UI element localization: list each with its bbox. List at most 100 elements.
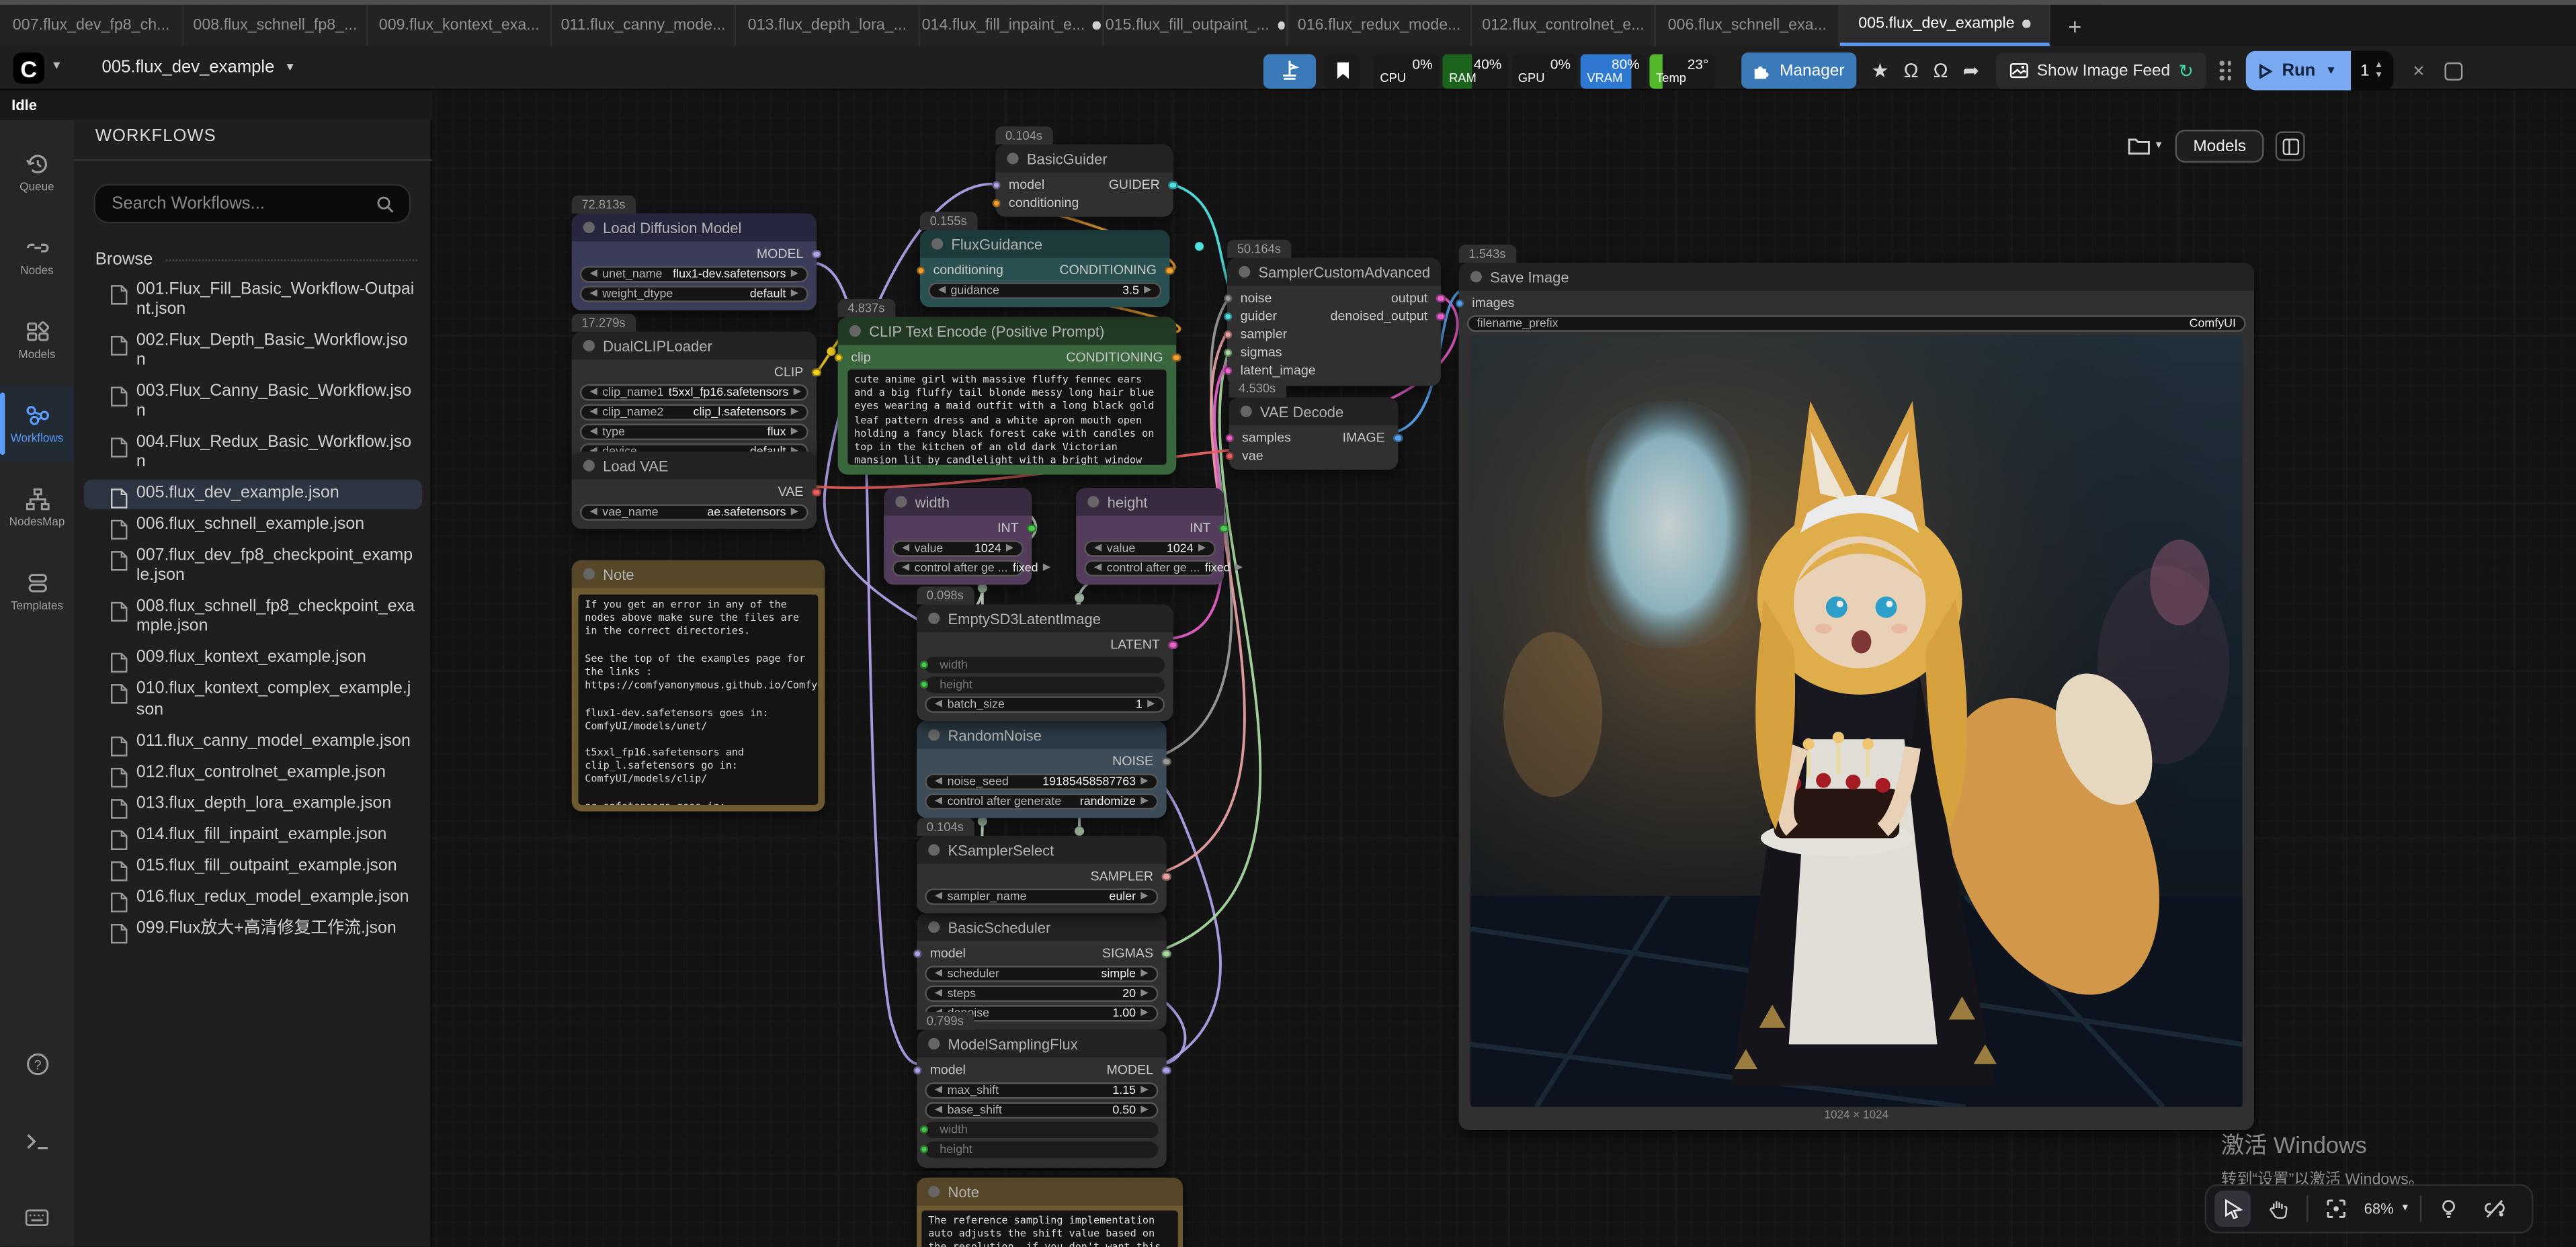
- converted-input-height[interactable]: height: [925, 676, 1165, 693]
- workflow-list-item[interactable]: 006.flux_schnell_example.json: [84, 511, 423, 541]
- clip-output-port[interactable]: [812, 368, 821, 376]
- collapse-dot[interactable]: [928, 1038, 940, 1049]
- workflow-folder-button[interactable]: ▼: [2128, 136, 2164, 156]
- collapse-dot[interactable]: [928, 844, 940, 855]
- collapse-dot[interactable]: [928, 729, 940, 740]
- manager-button[interactable]: Manager: [1741, 52, 1856, 89]
- prompt-textarea[interactable]: cute anime girl with massive fluffy fenn…: [847, 370, 1166, 465]
- collapse-dot[interactable]: [583, 460, 595, 471]
- workflow-list-item[interactable]: 013.flux_depth_lora_example.json: [84, 789, 423, 819]
- widget-steps[interactable]: ◀steps20▶: [925, 984, 1158, 1002]
- tab-014[interactable]: 014.flux_fill_inpaint_e...: [920, 5, 1104, 46]
- workflow-list-item[interactable]: 016.flux_redux_model_example.json: [84, 883, 423, 912]
- node-sampler-custom-advanced[interactable]: 50.164s SamplerCustomAdvanced noiseoutpu…: [1227, 258, 1441, 386]
- guider-output-port[interactable]: [1168, 180, 1177, 189]
- converted-input-width[interactable]: width: [925, 1121, 1158, 1138]
- model-output-port[interactable]: [812, 249, 821, 258]
- chevron-down-icon[interactable]: ▼: [2325, 65, 2337, 77]
- tab-005-active[interactable]: 005.flux_dev_example: [1840, 5, 2050, 46]
- node-clip-text-encode[interactable]: 4.837s CLIP Text Encode (Positive Prompt…: [838, 317, 1177, 475]
- conditioning-input-port[interactable]: [916, 265, 925, 274]
- node-random-noise[interactable]: RandomNoise NOISE ◀noise_seed19185458587…: [917, 721, 1167, 817]
- cancel-run-button[interactable]: ×: [2413, 59, 2424, 82]
- workflow-list-item[interactable]: 011.flux_canny_model_example.json: [84, 727, 423, 757]
- tab-006[interactable]: 006.flux_schnell_exa...: [1656, 5, 1840, 46]
- widget-sampler-name[interactable]: ◀sampler_nameeuler▶: [925, 888, 1158, 905]
- widget-value[interactable]: ◀value1024▶: [892, 540, 1024, 557]
- collapse-dot[interactable]: [1241, 406, 1252, 417]
- tab-008[interactable]: 008.flux_schnell_fp8_...: [184, 5, 368, 46]
- node-load-diffusion-model[interactable]: 72.813s Load Diffusion Model MODEL ◀unet…: [572, 214, 817, 310]
- guider-input-port[interactable]: [1223, 312, 1232, 320]
- arrow-left-icon[interactable]: ◀: [590, 288, 597, 299]
- latent-output-port[interactable]: [1168, 640, 1177, 649]
- node-load-vae[interactable]: Load VAE VAE ◀vae_nameae.safetensors▶: [572, 452, 817, 528]
- sampler-output-port[interactable]: [1161, 871, 1170, 880]
- widget-control-after-generate[interactable]: ◀control after ge ...fixed▶: [892, 559, 1024, 576]
- tab-015[interactable]: 015.flux_fill_outpaint_...: [1104, 5, 1288, 46]
- arrow-left-icon[interactable]: ◀: [590, 268, 597, 280]
- widget-vae-name[interactable]: ◀vae_nameae.safetensors▶: [580, 503, 808, 521]
- toggle-links-button[interactable]: [2477, 1191, 2513, 1227]
- tab-016[interactable]: 016.flux_redux_mode...: [1288, 5, 1472, 46]
- workflow-list-item[interactable]: 010.flux_kontext_complex_example.json: [84, 676, 423, 725]
- models-button[interactable]: Models: [2175, 130, 2264, 163]
- collapse-dot[interactable]: [1239, 266, 1250, 277]
- collapse-dot[interactable]: [1470, 271, 1482, 282]
- run-button[interactable]: Run ▼: [2245, 51, 2350, 91]
- sigmas-input-port[interactable]: [1223, 348, 1232, 357]
- widget-clip-name1[interactable]: ◀clip_name1t5xxl_fp16.safetensors▶: [580, 384, 808, 401]
- node-width-primitive[interactable]: width INT ◀value1024▶ ◀control after ge …: [884, 488, 1032, 584]
- drag-handle[interactable]: [2220, 60, 2232, 80]
- latent-image-input-port[interactable]: [1223, 366, 1232, 375]
- node-note[interactable]: Note If you get an error in any of the n…: [572, 560, 825, 812]
- widget-type[interactable]: ◀typeflux▶: [580, 423, 808, 440]
- help-button[interactable]: ?: [0, 1048, 74, 1081]
- cleaner-alt-icon[interactable]: Ω: [1934, 59, 1948, 82]
- sigmas-output-port[interactable]: [1161, 949, 1170, 957]
- select-tool-button[interactable]: [2214, 1191, 2251, 1227]
- workflow-list-item[interactable]: 015.flux_fill_outpaint_example.json: [84, 852, 423, 882]
- comfyui-logo[interactable]: C: [13, 52, 44, 83]
- node-model-sampling-flux[interactable]: 0.799s ModelSamplingFlux modelMODEL ◀max…: [917, 1030, 1167, 1167]
- shortcuts-button[interactable]: [0, 1201, 74, 1234]
- model-output-port[interactable]: [1161, 1066, 1170, 1074]
- batch-count-stepper[interactable]: 1 ▲▼: [2350, 51, 2393, 91]
- search-input[interactable]: [95, 194, 376, 213]
- node-note-bottom[interactable]: Note The reference sampling implementati…: [917, 1178, 1183, 1247]
- widget-value[interactable]: ◀value1024▶: [1084, 540, 1216, 557]
- terminal-button[interactable]: [0, 1125, 74, 1158]
- resource-monitor-button[interactable]: [1263, 53, 1316, 87]
- converted-input-height[interactable]: height: [925, 1141, 1158, 1158]
- collapse-dot[interactable]: [895, 496, 907, 507]
- images-input-port[interactable]: [1455, 298, 1464, 307]
- node-save-image[interactable]: 1.543s Save Image images filename_prefix…: [1459, 263, 2254, 1130]
- clip-input-port[interactable]: [834, 353, 843, 361]
- widget-noise-seed[interactable]: ◀noise_seed19185458587763▶: [925, 773, 1158, 790]
- sidebar-item-queue[interactable]: Queue: [0, 134, 74, 210]
- chevron-down-icon[interactable]: ▼: [51, 60, 63, 72]
- widget-control-after-generate[interactable]: ◀control after ge ...fixed▶: [1084, 559, 1216, 576]
- width-input-port[interactable]: [919, 1125, 928, 1133]
- widget-control-after-generate[interactable]: ◀control after generaterandomize▶: [925, 792, 1158, 810]
- workflow-list-item[interactable]: 001.Flux_Fill_Basic_Workflow-Outpaint.js…: [84, 276, 423, 325]
- node-dual-clip-loader[interactable]: 17.279s DualCLIPLoader CLIP ◀clip_name1t…: [572, 332, 817, 468]
- zoom-level-dropdown[interactable]: 68%▼: [2364, 1201, 2410, 1217]
- vae-input-port[interactable]: [1224, 452, 1233, 460]
- converted-input-width[interactable]: width: [925, 656, 1165, 674]
- width-input-port[interactable]: [919, 660, 928, 669]
- widget-batch-size[interactable]: ◀batch_size1▶: [925, 695, 1165, 713]
- workflow-list-item[interactable]: 002.Flux_Depth_Basic_Workflow.json: [84, 327, 423, 376]
- workflow-list-item[interactable]: 012.flux_controlnet_example.json: [84, 758, 423, 787]
- show-image-feed-button[interactable]: Show Image Feed ↻: [1996, 52, 2207, 89]
- int-output-port[interactable]: [1027, 523, 1036, 532]
- workflow-list-item[interactable]: 008.flux_schnell_fp8_checkpoint_example.…: [84, 593, 423, 642]
- collapse-dot[interactable]: [928, 1186, 940, 1197]
- widget-unet-name[interactable]: ◀unet_nameflux1-dev.safetensors▶: [580, 265, 808, 283]
- panel-toggle-button[interactable]: [2276, 132, 2305, 161]
- sampler-input-port[interactable]: [1223, 330, 1232, 339]
- collapse-dot[interactable]: [583, 568, 595, 580]
- pan-tool-button[interactable]: [2261, 1191, 2297, 1227]
- workflow-list-item[interactable]: 003.Flux_Canny_Basic_Workflow.json: [84, 378, 423, 427]
- height-input-port[interactable]: [919, 1145, 928, 1154]
